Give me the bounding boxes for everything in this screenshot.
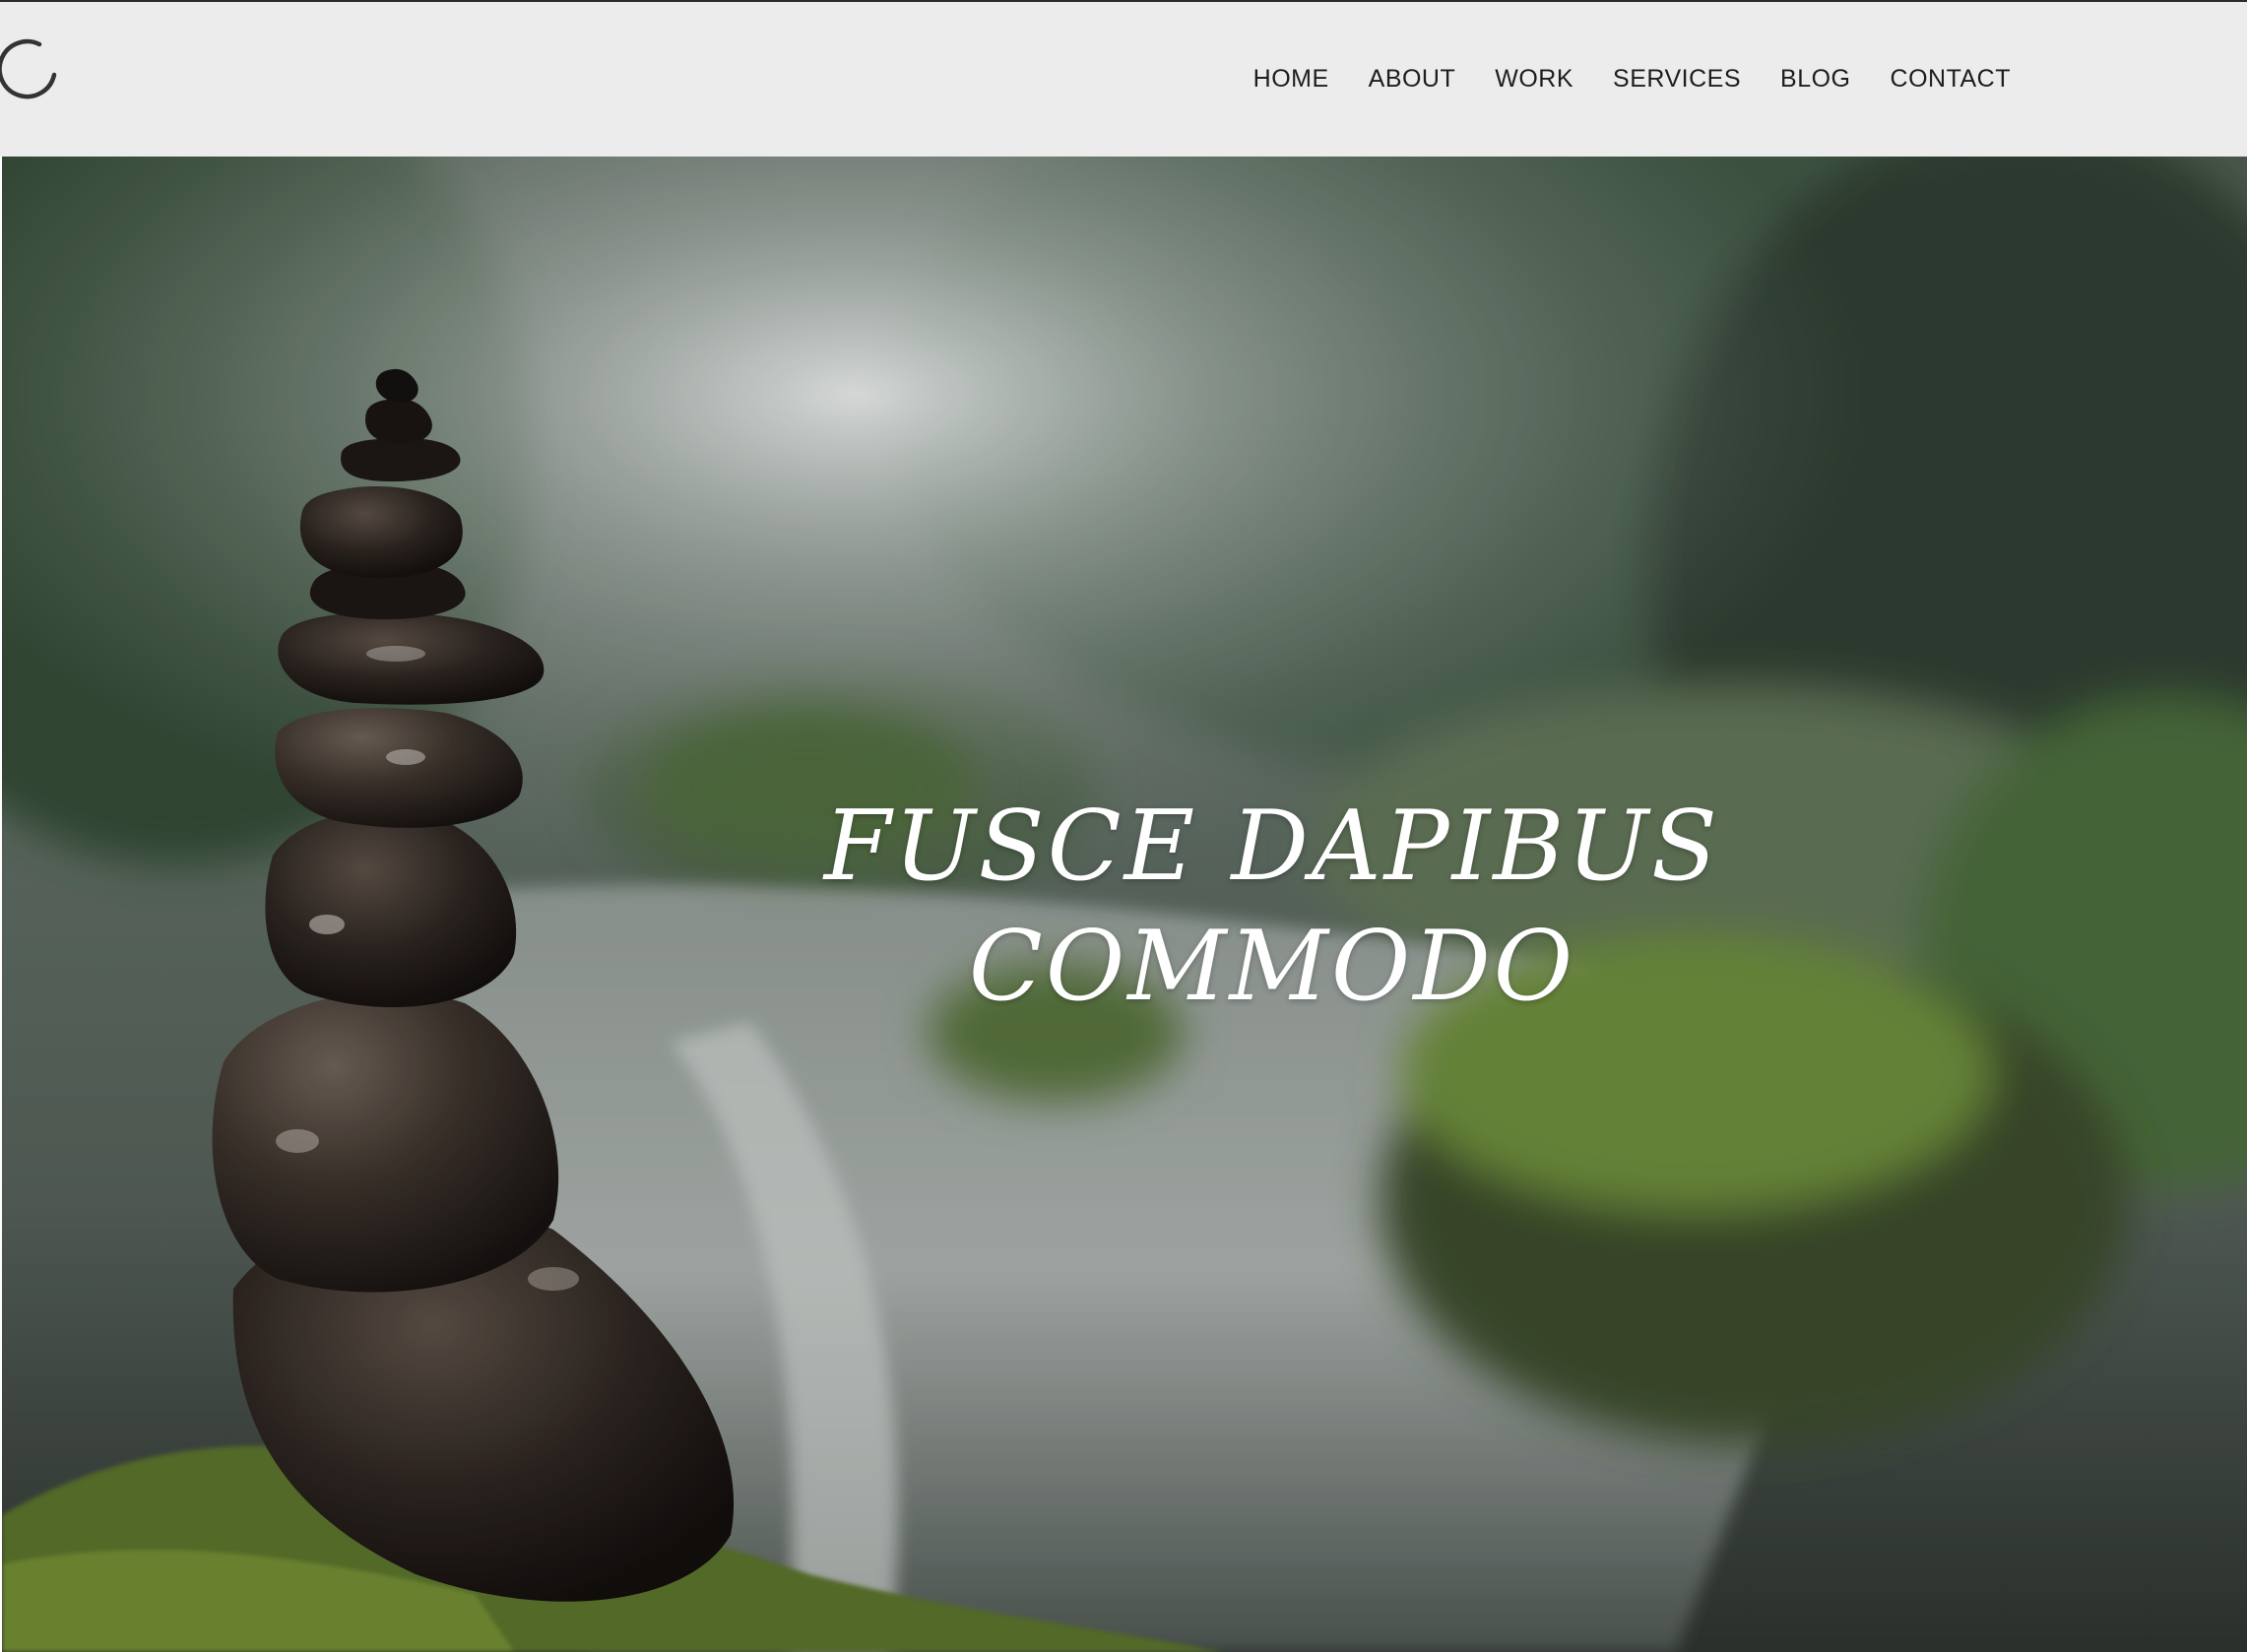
site-header: HOME ABOUT WORK SERVICES BLOG CONTACT xyxy=(0,2,2247,157)
nav-item-blog[interactable]: BLOG xyxy=(1780,65,1850,94)
logo-spinner-icon[interactable] xyxy=(0,35,65,100)
hero-title: FUSCE DAPIBUS COMMODO xyxy=(632,787,1912,1027)
hero-title-line-1: FUSCE DAPIBUS xyxy=(823,791,1721,903)
hero-title-line-2: COMMODO xyxy=(968,911,1576,1023)
main-nav: HOME ABOUT WORK SERVICES BLOG CONTACT xyxy=(1253,2,2011,157)
nav-item-contact[interactable]: CONTACT xyxy=(1891,65,2011,94)
nav-item-services[interactable]: SERVICES xyxy=(1613,65,1741,94)
nav-item-work[interactable]: WORK xyxy=(1495,65,1573,94)
nav-item-about[interactable]: ABOUT xyxy=(1369,65,1456,94)
hero-section: FUSCE DAPIBUS COMMODO xyxy=(2,157,2247,1652)
nav-item-home[interactable]: HOME xyxy=(1253,65,1329,94)
